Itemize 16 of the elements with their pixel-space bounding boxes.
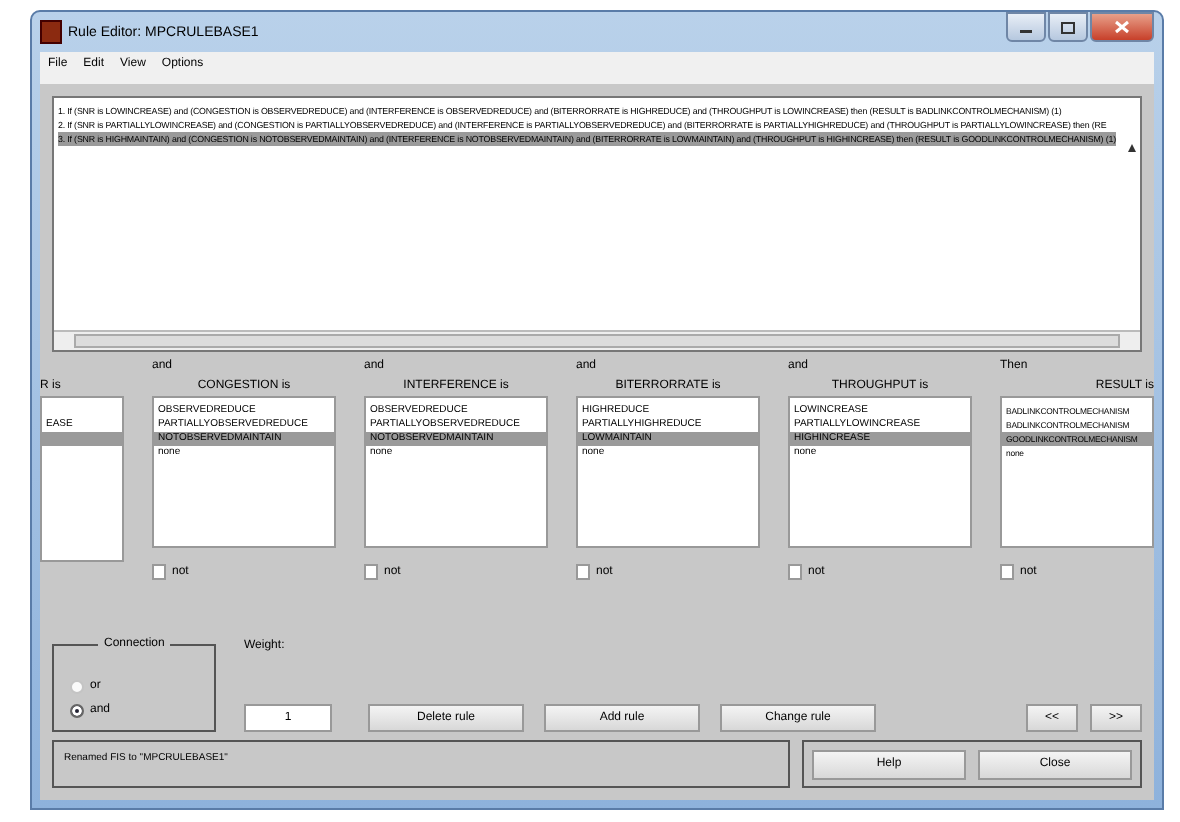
app-icon — [40, 20, 62, 44]
close-icon — [1114, 20, 1130, 34]
not-checkbox[interactable] — [364, 564, 378, 580]
rule-list[interactable] — [52, 96, 1142, 352]
not-checkbox[interactable] — [788, 564, 802, 580]
maximize-icon — [1060, 21, 1076, 33]
not-checkbox[interactable] — [1000, 564, 1014, 580]
radio-button[interactable] — [70, 703, 84, 717]
not-checkbox[interactable] — [576, 564, 590, 580]
close-button[interactable] — [1090, 12, 1154, 42]
maximize-button[interactable] — [1048, 12, 1088, 42]
minimize-button[interactable] — [1006, 12, 1046, 42]
scroll-up-icon[interactable] — [1126, 142, 1138, 154]
radio-button[interactable] — [70, 679, 84, 693]
horizontal-scrollbar[interactable] — [54, 330, 1140, 350]
not-checkbox[interactable] — [152, 564, 166, 580]
